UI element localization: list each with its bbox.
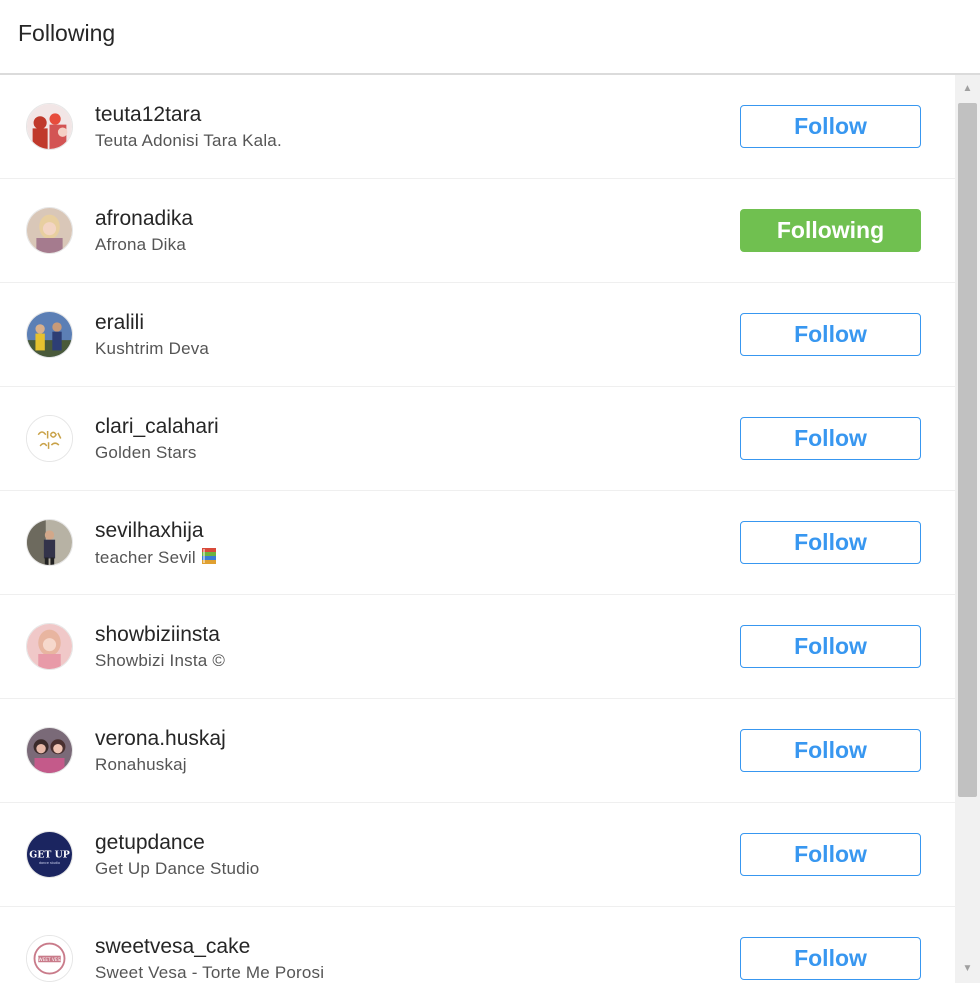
list-item: teuta12tara Teuta Adonisi Tara Kala. Fol… — [0, 75, 955, 179]
list-item: verona.huskaj Ronahuskaj Follow — [0, 699, 955, 803]
avatar-photo-icon — [27, 208, 72, 253]
scrollbar-thumb[interactable] — [958, 103, 977, 797]
avatar[interactable]: GET UP dance studio — [26, 831, 73, 878]
list-item: GET UP dance studio getupdance Get Up Da… — [0, 803, 955, 907]
full-name: Afrona Dika — [95, 235, 187, 254]
avatar-photo-icon — [27, 728, 72, 773]
list-item: afronadika Afrona Dika Following — [0, 179, 955, 283]
following-button[interactable]: Following — [740, 209, 921, 252]
list-item: SWEET VESA sweetvesa_cake Sweet Vesa - T… — [0, 907, 955, 983]
full-name: Ronahuskaj — [95, 755, 187, 774]
books-emoji-icon — [200, 547, 218, 570]
follow-button[interactable]: Follow — [740, 417, 921, 460]
avatar[interactable] — [26, 207, 73, 254]
username[interactable]: clari_calahari — [95, 415, 219, 439]
svg-text:SWEET VESA: SWEET VESA — [36, 957, 63, 962]
username[interactable]: afronadika — [95, 207, 193, 231]
follow-button[interactable]: Follow — [740, 833, 921, 876]
avatar[interactable] — [26, 623, 73, 670]
list-item: sevilhaxhija teacher Sevil Follow — [0, 491, 955, 595]
follow-button[interactable]: Follow — [740, 105, 921, 148]
scrollbar[interactable]: ▲ ▼ — [955, 75, 980, 983]
avatar[interactable] — [26, 103, 73, 150]
full-name: Kushtrim Deva — [95, 339, 210, 358]
svg-text:dance studio: dance studio — [39, 861, 60, 865]
full-name: Showbizi Insta © — [95, 651, 226, 670]
follow-button[interactable]: Follow — [740, 625, 921, 668]
full-name: Teuta Adonisi Tara Kala. — [95, 131, 282, 150]
full-name: Sweet Vesa - Torte Me Porosi — [95, 963, 325, 982]
username[interactable]: sweetvesa_cake — [95, 935, 250, 959]
username[interactable]: eralili — [95, 311, 144, 335]
follow-button[interactable]: Follow — [740, 313, 921, 356]
avatar-photo-icon — [27, 312, 72, 357]
full-name: teacher Sevil — [95, 547, 218, 570]
avatar[interactable] — [26, 415, 73, 462]
get-up-logo-icon: GET UP dance studio — [27, 832, 72, 877]
full-name-text: teacher Sevil — [95, 548, 196, 567]
golden-stars-logo-icon — [27, 416, 72, 461]
follow-button[interactable]: Follow — [740, 937, 921, 980]
avatar-photo-icon — [27, 104, 72, 149]
avatar[interactable] — [26, 519, 73, 566]
full-name: Golden Stars — [95, 443, 197, 462]
list-item: clari_calahari Golden Stars Follow — [0, 387, 955, 491]
sweet-vesa-logo-icon: SWEET VESA — [27, 936, 72, 981]
avatar[interactable]: SWEET VESA — [26, 935, 73, 982]
following-list[interactable]: teuta12tara Teuta Adonisi Tara Kala. Fol… — [0, 75, 955, 983]
list-item: showbiziinsta Showbizi Insta © Follow — [0, 595, 955, 699]
dialog-title: Following — [18, 20, 116, 46]
dialog-header: Following — [0, 0, 980, 75]
follow-button[interactable]: Follow — [740, 729, 921, 772]
username[interactable]: showbiziinsta — [95, 623, 220, 647]
avatar[interactable] — [26, 727, 73, 774]
scroll-down-arrow-icon[interactable]: ▼ — [955, 959, 980, 979]
scroll-up-arrow-icon[interactable]: ▲ — [955, 79, 980, 99]
svg-text:GET UP: GET UP — [29, 849, 70, 860]
username[interactable]: getupdance — [95, 831, 205, 855]
full-name: Get Up Dance Studio — [95, 859, 260, 878]
username[interactable]: teuta12tara — [95, 103, 201, 127]
list-item: eralili Kushtrim Deva Follow — [0, 283, 955, 387]
avatar-photo-icon — [27, 520, 72, 565]
follow-button[interactable]: Follow — [740, 521, 921, 564]
avatar[interactable] — [26, 311, 73, 358]
avatar-photo-icon — [27, 624, 72, 669]
username[interactable]: sevilhaxhija — [95, 519, 204, 543]
username[interactable]: verona.huskaj — [95, 727, 226, 751]
